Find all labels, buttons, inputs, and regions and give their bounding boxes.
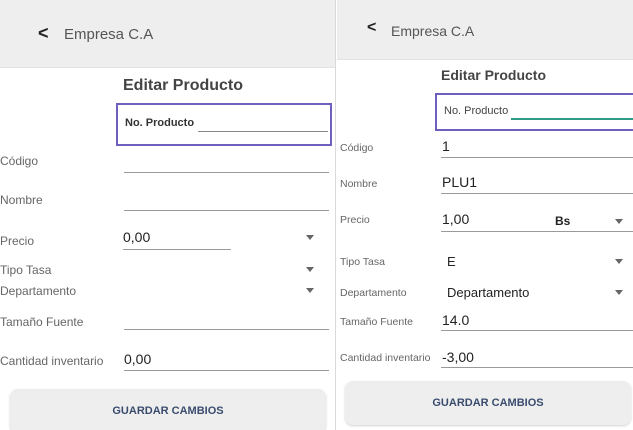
- no-producto-label: No. Producto: [444, 105, 509, 117]
- departamento-label: Departamento: [0, 284, 77, 298]
- tipo-tasa-label: Tipo Tasa: [340, 256, 385, 268]
- currency-value[interactable]: Bs: [555, 214, 570, 228]
- cantidad-inventario-input[interactable]: -3,00: [442, 349, 474, 365]
- precio-label: Precio: [0, 234, 35, 248]
- cantidad-inventario-underline: [441, 367, 633, 368]
- no-producto-underline: [198, 131, 328, 132]
- guardar-cambios-button[interactable]: GUARDAR CAMBIOS: [10, 389, 326, 430]
- back-chevron-icon[interactable]: <: [367, 19, 376, 37]
- app-bar-title: Empresa C.A: [391, 23, 475, 39]
- nombre-label: Nombre: [340, 178, 378, 190]
- edit-product-screen-filled: < Empresa C.A Editar Producto No. Produc…: [337, 0, 633, 430]
- cantidad-inventario-underline: [124, 370, 329, 371]
- edit-product-screen-empty: < Empresa C.A Editar Producto No. Produc…: [0, 0, 336, 430]
- no-producto-field[interactable]: No. Producto 1: [435, 93, 633, 131]
- cantidad-inventario-label: Cantidad inventario: [0, 354, 104, 368]
- app-bar-title: Empresa C.A: [64, 26, 154, 43]
- guardar-cambios-button[interactable]: GUARDAR CAMBIOS: [345, 381, 631, 425]
- codigo-label: Código: [340, 142, 374, 154]
- currency-dropdown-icon[interactable]: [306, 235, 314, 240]
- precio-underline: [123, 249, 231, 250]
- departamento-label: Departamento: [340, 287, 407, 299]
- page-heading: Editar Producto: [123, 77, 244, 94]
- no-producto-field[interactable]: No. Producto: [116, 103, 332, 146]
- tamano-fuente-underline: [441, 330, 633, 331]
- codigo-underline: [124, 172, 329, 173]
- codigo-input[interactable]: 1: [442, 138, 450, 154]
- cantidad-inventario-input[interactable]: 0,00: [124, 351, 151, 367]
- back-chevron-icon[interactable]: <: [38, 23, 49, 44]
- precio-underline: [441, 231, 633, 232]
- tipo-tasa-select[interactable]: E: [447, 254, 456, 269]
- no-producto-label: No. Producto: [125, 117, 195, 129]
- app-bar: < Empresa C.A: [337, 0, 633, 60]
- tamano-fuente-label: Tamaño Fuente: [340, 316, 413, 328]
- codigo-label: Código: [0, 154, 39, 168]
- nombre-input[interactable]: PLU1: [442, 174, 477, 190]
- tamano-fuente-input[interactable]: 14.0: [442, 312, 469, 328]
- app-bar: < Empresa C.A: [0, 0, 335, 68]
- departamento-select[interactable]: Departamento: [447, 285, 529, 300]
- nombre-underline: [441, 193, 633, 194]
- precio-input[interactable]: 0,00: [123, 229, 150, 245]
- page-heading: Editar Producto: [441, 67, 547, 83]
- precio-input[interactable]: 1,00: [442, 211, 469, 227]
- nombre-underline: [124, 210, 329, 211]
- tipo-tasa-dropdown-icon[interactable]: [615, 259, 623, 264]
- nombre-label: Nombre: [0, 193, 43, 207]
- codigo-underline: [441, 157, 633, 158]
- currency-dropdown-icon[interactable]: [615, 219, 623, 224]
- cantidad-inventario-label: Cantidad inventario: [340, 352, 431, 364]
- no-producto-active-underline: [511, 118, 633, 120]
- departamento-dropdown-icon[interactable]: [306, 288, 314, 293]
- tipo-tasa-dropdown-icon[interactable]: [306, 267, 314, 272]
- departamento-dropdown-icon[interactable]: [615, 290, 623, 295]
- tipo-tasa-label: Tipo Tasa: [0, 263, 52, 277]
- tamano-fuente-label: Tamaño Fuente: [0, 315, 84, 329]
- precio-label: Precio: [340, 214, 370, 226]
- tamano-fuente-underline: [124, 329, 329, 330]
